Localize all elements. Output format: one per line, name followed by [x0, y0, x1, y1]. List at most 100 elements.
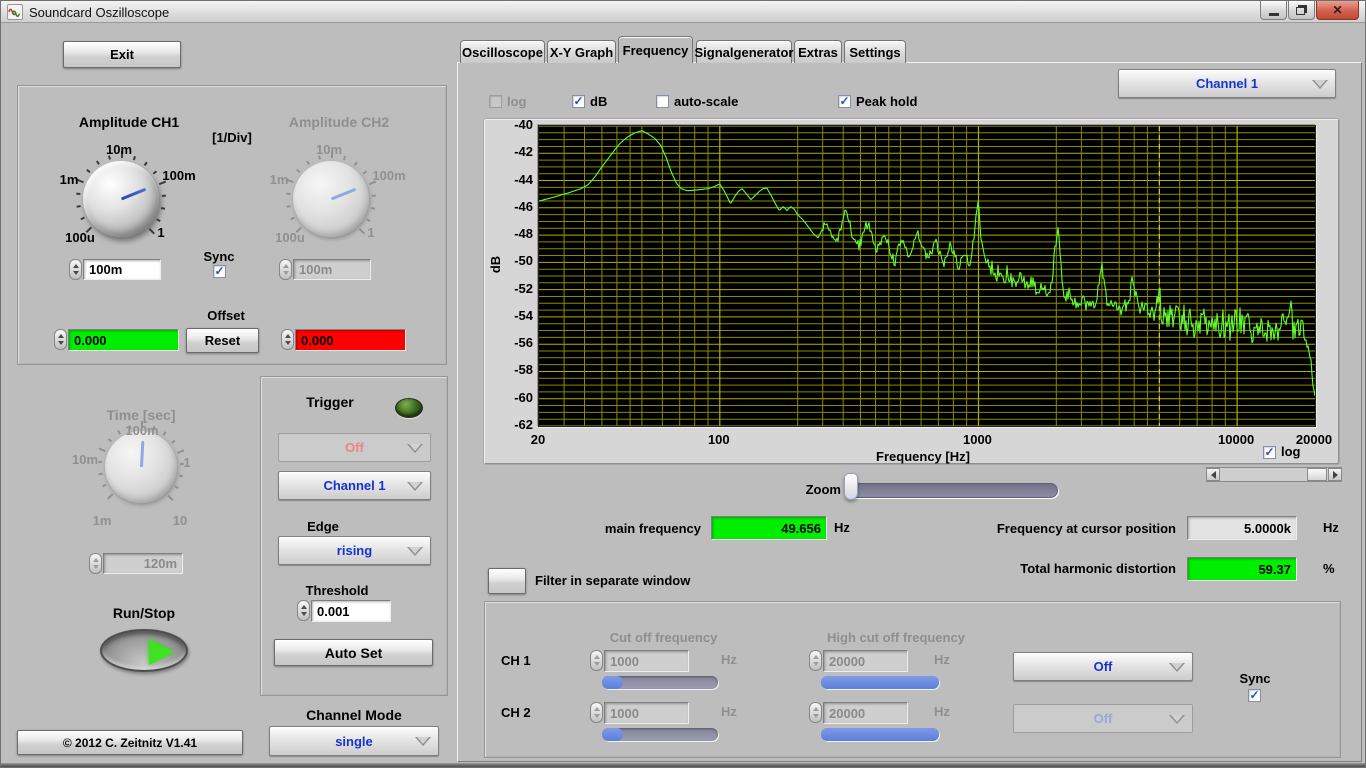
- ch1-cutoff-spinner[interactable]: [590, 650, 603, 671]
- ch1-high-cutoff-field[interactable]: 20000: [823, 650, 908, 672]
- knob-tick-label: 10m: [71, 452, 99, 467]
- offset-ch2-field[interactable]: 0.000: [295, 329, 406, 351]
- channel-select-dropdown[interactable]: Channel 1: [1118, 69, 1336, 98]
- offset-ch1-spinner[interactable]: [54, 329, 67, 350]
- restore-button[interactable]: [1288, 1, 1315, 20]
- amplitude-ch2-knob-needle: [330, 187, 357, 201]
- offset-reset-button[interactable]: Reset: [186, 328, 259, 353]
- ch1-cutoff-slider[interactable]: [602, 676, 718, 689]
- knob-tick: [174, 485, 179, 490]
- filter-sync-checkbox[interactable]: [1248, 689, 1261, 702]
- chevron-down-icon: [415, 737, 431, 746]
- amplitude-ch1-knob[interactable]: [76, 151, 167, 237]
- ch2-high-cutoff-spinner[interactable]: [809, 702, 822, 723]
- ch1-cutoff-field[interactable]: 1000: [604, 650, 689, 672]
- time-value-spinner[interactable]: [89, 553, 102, 574]
- amplitude-ch2-value-field[interactable]: 100m: [293, 259, 371, 280]
- trigger-source-value: Channel 1: [323, 478, 386, 493]
- threshold-field[interactable]: 0.001: [311, 600, 391, 622]
- ch2-high-cutoff-slider[interactable]: [821, 728, 939, 741]
- x-axis-tick-label: 1000: [962, 432, 992, 447]
- ch2-cutoff-slider[interactable]: [602, 728, 718, 741]
- ch2-filter-mode-dropdown[interactable]: Off: [1013, 704, 1193, 733]
- knob-tick-label: 100m: [372, 168, 406, 183]
- chevron-down-icon: [1169, 662, 1185, 672]
- offset-ch1-field[interactable]: 0.000: [68, 329, 179, 351]
- offset-label: Offset: [207, 308, 245, 323]
- edge-dropdown[interactable]: rising: [278, 536, 431, 565]
- trigger-led: [395, 398, 423, 418]
- thd-label: Total harmonic distortion: [1020, 561, 1176, 576]
- per-div-label: [1/Div]: [212, 130, 252, 145]
- auto-set-button[interactable]: Auto Set: [274, 639, 433, 666]
- ch1-filter-mode-dropdown[interactable]: Off: [1013, 652, 1193, 681]
- thd-value: 59.37: [1187, 557, 1297, 581]
- main-frequency-unit: Hz: [834, 520, 850, 535]
- offset-ch2-spinner[interactable]: [281, 329, 294, 350]
- knob-tick: [171, 439, 176, 444]
- ch2-high-cutoff-field[interactable]: 20000: [823, 702, 908, 724]
- db-checkbox[interactable]: [572, 95, 585, 108]
- tab-extras[interactable]: Extras: [794, 40, 842, 63]
- exit-button[interactable]: Exit: [63, 41, 181, 68]
- slider-fill: [821, 676, 939, 689]
- chevron-down-icon: [1312, 79, 1328, 89]
- threshold-spinner[interactable]: [297, 600, 310, 621]
- knob-tick: [177, 449, 185, 454]
- amplitude-sync-checkbox[interactable]: [213, 265, 226, 278]
- ch2-cutoff-field[interactable]: 1000: [604, 702, 689, 724]
- ch1-high-cutoff-slider[interactable]: [821, 676, 939, 689]
- axis-log-checkbox[interactable]: [1263, 446, 1276, 459]
- frequency-plot[interactable]: [538, 125, 1316, 427]
- amplitude-ch1-value-field[interactable]: 100m: [83, 259, 161, 280]
- zoom-slider-handle[interactable]: [844, 473, 858, 500]
- amplitude-ch2-knob[interactable]: [286, 151, 377, 237]
- filter-window-button[interactable]: [488, 568, 526, 594]
- peak-hold-checkbox[interactable]: [838, 95, 851, 108]
- high-cutoff-frequency-label: High cut off frequency: [827, 630, 965, 645]
- log-checkbox[interactable]: [489, 95, 502, 108]
- run-stop-button[interactable]: [100, 629, 188, 672]
- minimize-button[interactable]: [1260, 1, 1287, 20]
- autoscale-checkbox[interactable]: [656, 95, 669, 108]
- ch1-high-cutoff-spinner[interactable]: [809, 650, 822, 671]
- tab-xy-graph[interactable]: X-Y Graph: [547, 40, 616, 63]
- scrollbar-left-arrow[interactable]: [1206, 468, 1220, 481]
- tab-oscilloscope[interactable]: Oscilloscope: [460, 40, 545, 63]
- slider-fill: [602, 676, 623, 689]
- ch2-cutoff-spinner[interactable]: [590, 702, 603, 723]
- graph-h-scrollbar[interactable]: [1206, 467, 1342, 482]
- ch2-filter-mode-value: Off: [1093, 711, 1113, 726]
- knob-tick: [102, 483, 107, 488]
- scrollbar-right-arrow[interactable]: [1328, 468, 1342, 481]
- amplitude-sync-label: Sync: [203, 249, 235, 264]
- scrollbar-thumb[interactable]: [1307, 468, 1327, 481]
- y-axis-tick-label: -46: [514, 198, 533, 214]
- chevron-down-icon: [407, 481, 423, 491]
- knob-tick-label: 1m: [269, 172, 289, 187]
- time-knob[interactable]: [98, 421, 185, 503]
- titlebar[interactable]: Soundcard Oszilloscope ✕: [1, 1, 1365, 23]
- zoom-slider-track[interactable]: [847, 483, 1058, 498]
- restore-icon: [1296, 7, 1305, 15]
- amplitude-ch1-value-spinner[interactable]: [69, 259, 82, 280]
- x-axis-tick-label: 100: [707, 432, 730, 447]
- channel-mode-dropdown[interactable]: single: [269, 726, 439, 756]
- copyright-button[interactable]: © 2012 C. Zeitnitz V1.41: [17, 730, 243, 755]
- y-axis-tick-label: -40: [514, 117, 533, 132]
- y-axis-tick-label: -50: [514, 253, 533, 269]
- app-window: Soundcard Oszilloscope ✕ Exit Amplitude …: [0, 0, 1366, 768]
- tab-signalgenerator[interactable]: Signalgenerator: [695, 40, 793, 63]
- close-button[interactable]: ✕: [1316, 1, 1359, 20]
- trigger-source-dropdown[interactable]: Channel 1: [278, 471, 431, 500]
- amplitude-ch2-value-spinner[interactable]: [279, 259, 292, 280]
- knob-tick-label: 100m: [162, 168, 196, 183]
- tab-settings[interactable]: Settings: [844, 40, 906, 63]
- time-value-field[interactable]: 120m: [103, 553, 183, 574]
- tab-frequency[interactable]: Frequency: [618, 36, 693, 63]
- trigger-mode-dropdown[interactable]: Off: [278, 433, 431, 462]
- app-icon: [7, 4, 23, 20]
- trigger-mode-value: Off: [345, 440, 364, 455]
- slider-fill: [821, 728, 939, 741]
- knob-tick: [76, 192, 81, 195]
